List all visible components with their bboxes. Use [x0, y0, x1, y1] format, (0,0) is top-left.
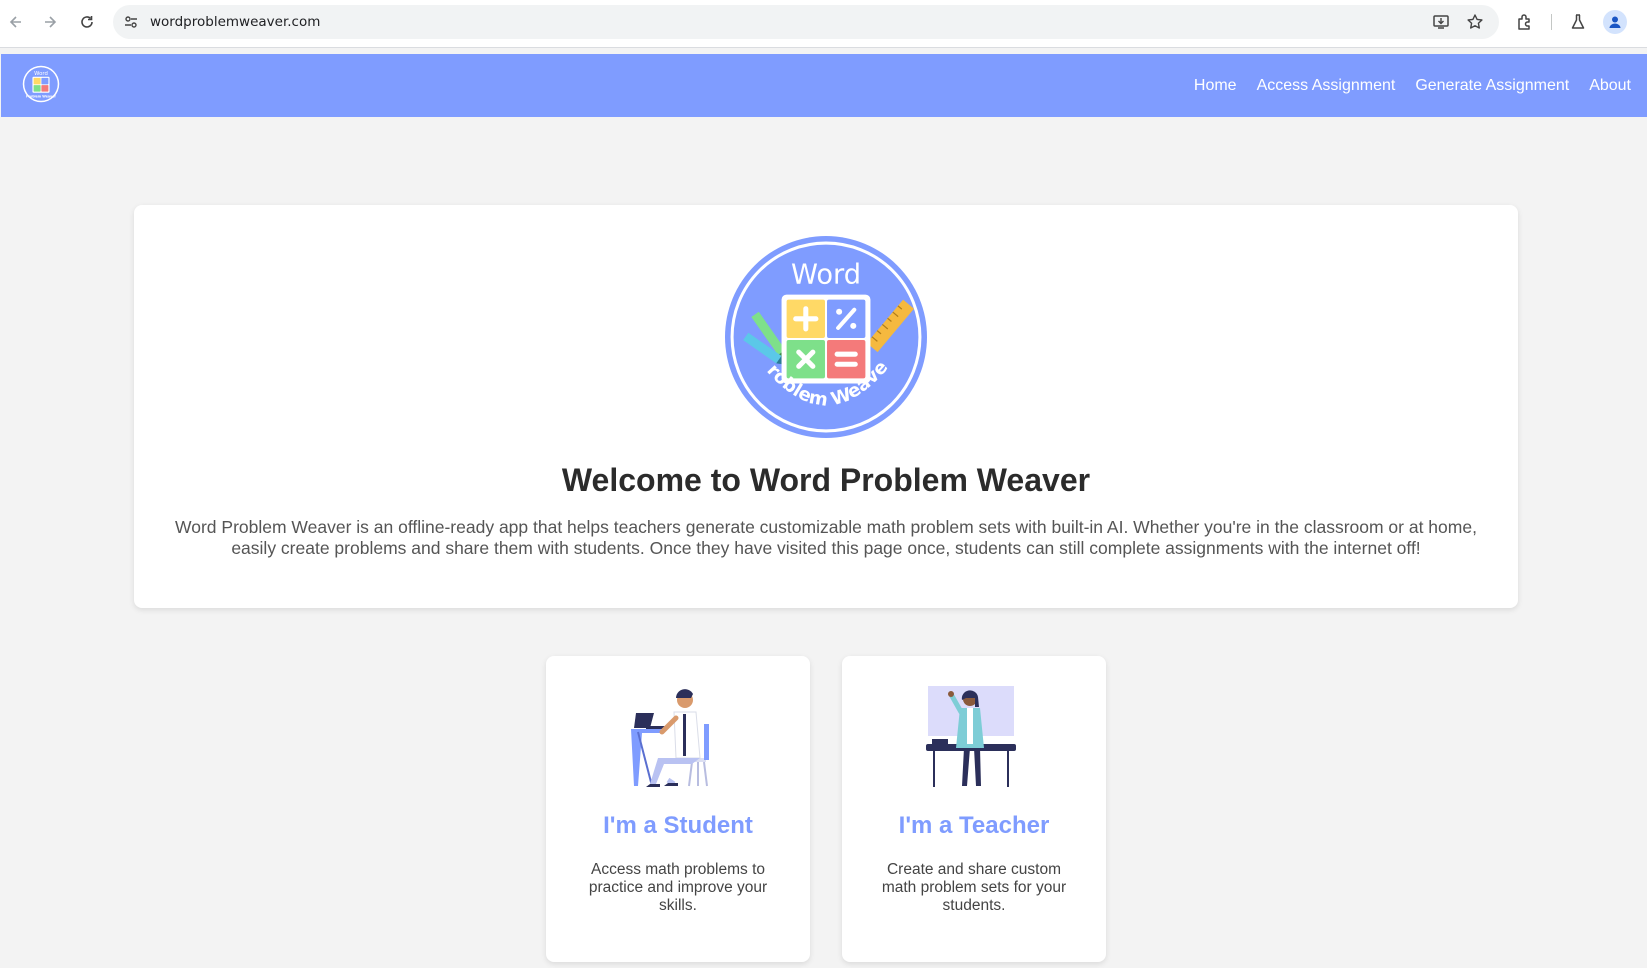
profile-avatar-icon[interactable]	[1603, 10, 1627, 34]
browser-toolbar: wordproblemweaver.com	[0, 0, 1647, 48]
address-bar[interactable]: wordproblemweaver.com	[113, 5, 1499, 39]
teacher-role-card[interactable]: I'm a Teacher Create and share custom ma…	[842, 656, 1106, 962]
welcome-card: Word Problem Weaver Welcome to Word Prob…	[134, 205, 1518, 608]
extensions-icon[interactable]	[1513, 10, 1537, 34]
svg-text:Word: Word	[34, 71, 48, 77]
labs-flask-icon[interactable]	[1566, 10, 1590, 34]
url-text[interactable]: wordproblemweaver.com	[150, 14, 320, 30]
student-title[interactable]: I'm a Student	[546, 812, 810, 840]
welcome-title: Welcome to Word Problem Weaver	[561, 462, 1091, 498]
app-navbar: Word Problem Weaver Home Access Assignme…	[1, 54, 1647, 117]
bookmark-star-icon[interactable]	[1465, 12, 1485, 32]
welcome-description: Word Problem Weaver is an offline-ready …	[175, 517, 1477, 558]
student-illustration	[631, 689, 709, 787]
nav-access-assignment-link[interactable]: Access Assignment	[1257, 77, 1396, 95]
student-role-card[interactable]: I'm a Student Access math problems to pr…	[546, 656, 810, 962]
nav-home-link[interactable]: Home	[1194, 77, 1237, 95]
toolbar-divider	[1551, 14, 1552, 30]
install-app-icon[interactable]	[1431, 12, 1451, 32]
reload-icon[interactable]	[75, 10, 99, 34]
student-description: Access math problems to practice and imp…	[588, 861, 768, 914]
nav-about-link[interactable]: About	[1589, 77, 1631, 95]
svg-text:Problem Weaver: Problem Weaver	[26, 95, 56, 99]
site-info-icon[interactable]	[121, 12, 141, 32]
teacher-description: Create and share custom math problem set…	[881, 861, 1067, 914]
back-icon[interactable]	[4, 10, 28, 34]
nav-links: Home Access Assignment Generate Assignme…	[1194, 54, 1631, 117]
word-problem-weaver-logo: Word Problem Weaver	[725, 236, 927, 438]
app-logo-icon[interactable]: Word Problem Weaver	[22, 65, 60, 103]
nav-generate-assignment-link[interactable]: Generate Assignment	[1415, 77, 1569, 95]
teacher-illustration	[926, 686, 1016, 787]
teacher-title[interactable]: I'm a Teacher	[842, 812, 1106, 840]
forward-icon[interactable]	[38, 10, 62, 34]
svg-text:Word: Word	[791, 259, 861, 290]
